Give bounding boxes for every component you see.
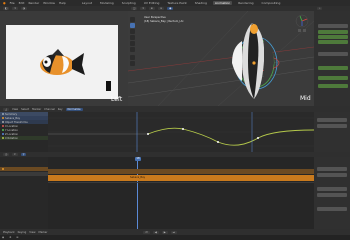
property-field-4[interactable] bbox=[318, 40, 348, 44]
timeline-channel-list bbox=[0, 157, 48, 229]
play-reverse-icon[interactable]: ◀ bbox=[152, 230, 159, 234]
strip-divider bbox=[48, 182, 314, 183]
fish-render-image bbox=[40, 49, 111, 91]
camera-frame bbox=[6, 25, 118, 99]
tab-animation[interactable]: Animation bbox=[212, 1, 233, 5]
graph-menu-select[interactable]: Select bbox=[21, 108, 29, 111]
timeline-editor-icon[interactable]: ◷ bbox=[3, 153, 10, 156]
timeline-sidebar-field-2[interactable] bbox=[317, 173, 347, 177]
properties-panel[interactable]: ⌕ bbox=[314, 6, 350, 106]
tab-layout[interactable]: Layout bbox=[80, 1, 94, 5]
graph-sidebar bbox=[314, 112, 350, 152]
timeline-sidebar-field-1[interactable] bbox=[317, 167, 347, 171]
proportional-edit[interactable]: ◉ bbox=[167, 7, 174, 10]
view-menu-left[interactable]: ▾ bbox=[12, 7, 18, 10]
timeline-mode-dropdown[interactable]: ▾ bbox=[12, 153, 18, 156]
menu-edit[interactable]: Edit bbox=[19, 1, 25, 5]
timeline-sidebar bbox=[314, 157, 350, 229]
measure-icon[interactable] bbox=[130, 61, 135, 66]
cursor-icon[interactable] bbox=[130, 17, 135, 22]
rotate-icon[interactable] bbox=[130, 35, 135, 40]
graph-sidebar-field-1[interactable] bbox=[317, 118, 347, 122]
fcurve-plot bbox=[48, 112, 315, 152]
graph-sidebar-field-2[interactable] bbox=[317, 124, 347, 128]
camera-view-label: Left bbox=[111, 96, 123, 103]
channel-x-rotation[interactable]: X Rotation bbox=[0, 136, 48, 140]
action-strip-label: Sabaca_Bay bbox=[130, 176, 146, 179]
menu-view-timeline[interactable]: View bbox=[29, 231, 35, 234]
transform-icon[interactable] bbox=[130, 47, 135, 52]
property-field-5[interactable] bbox=[318, 52, 348, 56]
graph-menu-key[interactable]: Key bbox=[58, 108, 63, 111]
move-icon[interactable] bbox=[130, 29, 135, 34]
shading-mode-left[interactable]: ◑ bbox=[20, 7, 28, 10]
property-field-7[interactable] bbox=[318, 76, 348, 80]
property-field-2[interactable] bbox=[318, 30, 348, 34]
menu-render[interactable]: Render bbox=[28, 1, 39, 5]
tab-texture-paint[interactable]: Texture Paint bbox=[165, 1, 188, 5]
frame-indicator[interactable]: 18 bbox=[135, 157, 141, 161]
normalize-toggle[interactable]: Normalize bbox=[65, 107, 83, 111]
tab-sculpting[interactable]: Sculpting bbox=[120, 1, 138, 5]
timeline-sidebar-field-4[interactable] bbox=[317, 193, 347, 197]
timeline-sidebar-field-5[interactable] bbox=[317, 207, 347, 211]
timeline-sidebar-field-3[interactable] bbox=[317, 187, 347, 191]
camera-icon[interactable]: ◧ bbox=[3, 7, 10, 10]
tab-compositing[interactable]: Compositing bbox=[260, 1, 283, 5]
graph-menu-view[interactable]: View bbox=[12, 108, 18, 111]
tab-rendering[interactable]: Rendering bbox=[236, 1, 255, 5]
properties-search-icon[interactable]: ⌕ bbox=[317, 7, 323, 10]
status-context-icon: ☰ bbox=[16, 236, 19, 239]
graph-channel-list: Summary Sabaca_Bay Object Transforms X L… bbox=[0, 112, 48, 152]
viewport-editor-icon[interactable]: ◫ bbox=[131, 7, 138, 10]
timeline-track-2[interactable] bbox=[0, 172, 48, 176]
graph-menu-channel[interactable]: Channel bbox=[44, 108, 55, 111]
tab-modeling[interactable]: Modeling bbox=[98, 1, 116, 5]
property-field-8[interactable] bbox=[318, 84, 348, 88]
status-pan-icon: ✥ bbox=[9, 236, 12, 239]
viewport-overlay-title: User Perspective bbox=[144, 16, 166, 19]
3d-viewport[interactable]: User Perspective (18) Sabaca_Bay | Rectu… bbox=[128, 11, 314, 106]
graph-curve-area[interactable] bbox=[48, 112, 315, 152]
menu-window[interactable]: Window bbox=[43, 1, 55, 5]
menu-playback[interactable]: Playback bbox=[3, 231, 15, 234]
property-field-1[interactable] bbox=[318, 24, 348, 28]
status-bar: ◉ ✥ ☰ bbox=[0, 235, 350, 240]
tab-uv-editing[interactable]: UV Editing bbox=[142, 1, 162, 5]
annotate-icon[interactable] bbox=[130, 55, 135, 60]
properties-header: ⌕ bbox=[314, 6, 350, 11]
menu-keying[interactable]: Keying bbox=[18, 231, 27, 234]
jump-end-icon[interactable]: ⏭ bbox=[170, 230, 178, 234]
action-strip-upper[interactable] bbox=[48, 169, 314, 174]
menu-marker-timeline[interactable]: Marker bbox=[38, 231, 47, 234]
object-mode-dropdown[interactable]: ▾ bbox=[140, 7, 146, 10]
viewport-overlay-object: (18) Sabaca_Bay | Rectum_Ltx bbox=[144, 20, 184, 23]
property-field-3[interactable] bbox=[318, 35, 348, 39]
viewport-side-label: Mid bbox=[300, 95, 311, 102]
fish-model[interactable] bbox=[218, 11, 298, 106]
jump-start-icon[interactable]: ⏮ bbox=[143, 230, 150, 234]
timeline-filter-toggle[interactable]: ⚲ bbox=[20, 153, 27, 156]
navigation-gizmo[interactable] bbox=[292, 13, 312, 35]
scale-icon[interactable] bbox=[130, 41, 135, 46]
tab-shading[interactable]: Shading bbox=[193, 1, 209, 5]
graph-editor-icon[interactable]: ◿ bbox=[3, 107, 9, 111]
status-select-icon: ◉ bbox=[2, 236, 5, 239]
timeline-strip-area[interactable]: 18 Sabaca_Bay bbox=[48, 157, 314, 229]
play-icon[interactable]: ▶ bbox=[161, 230, 168, 234]
graph-menu-marker[interactable]: Marker bbox=[32, 108, 41, 111]
snap-toggle[interactable]: ⊙ bbox=[157, 7, 165, 10]
timeline-track-1[interactable] bbox=[0, 167, 48, 171]
blender-logo-icon[interactable]: ● bbox=[3, 1, 6, 5]
global-transform[interactable]: ⊕ bbox=[148, 7, 155, 10]
menu-help[interactable]: Help bbox=[59, 1, 66, 5]
select-box-icon[interactable] bbox=[130, 23, 135, 28]
camera-preview-area[interactable]: Left bbox=[0, 11, 128, 106]
menu-file[interactable]: File bbox=[10, 1, 15, 5]
property-field-6[interactable] bbox=[318, 66, 348, 70]
action-strip[interactable] bbox=[48, 175, 314, 181]
